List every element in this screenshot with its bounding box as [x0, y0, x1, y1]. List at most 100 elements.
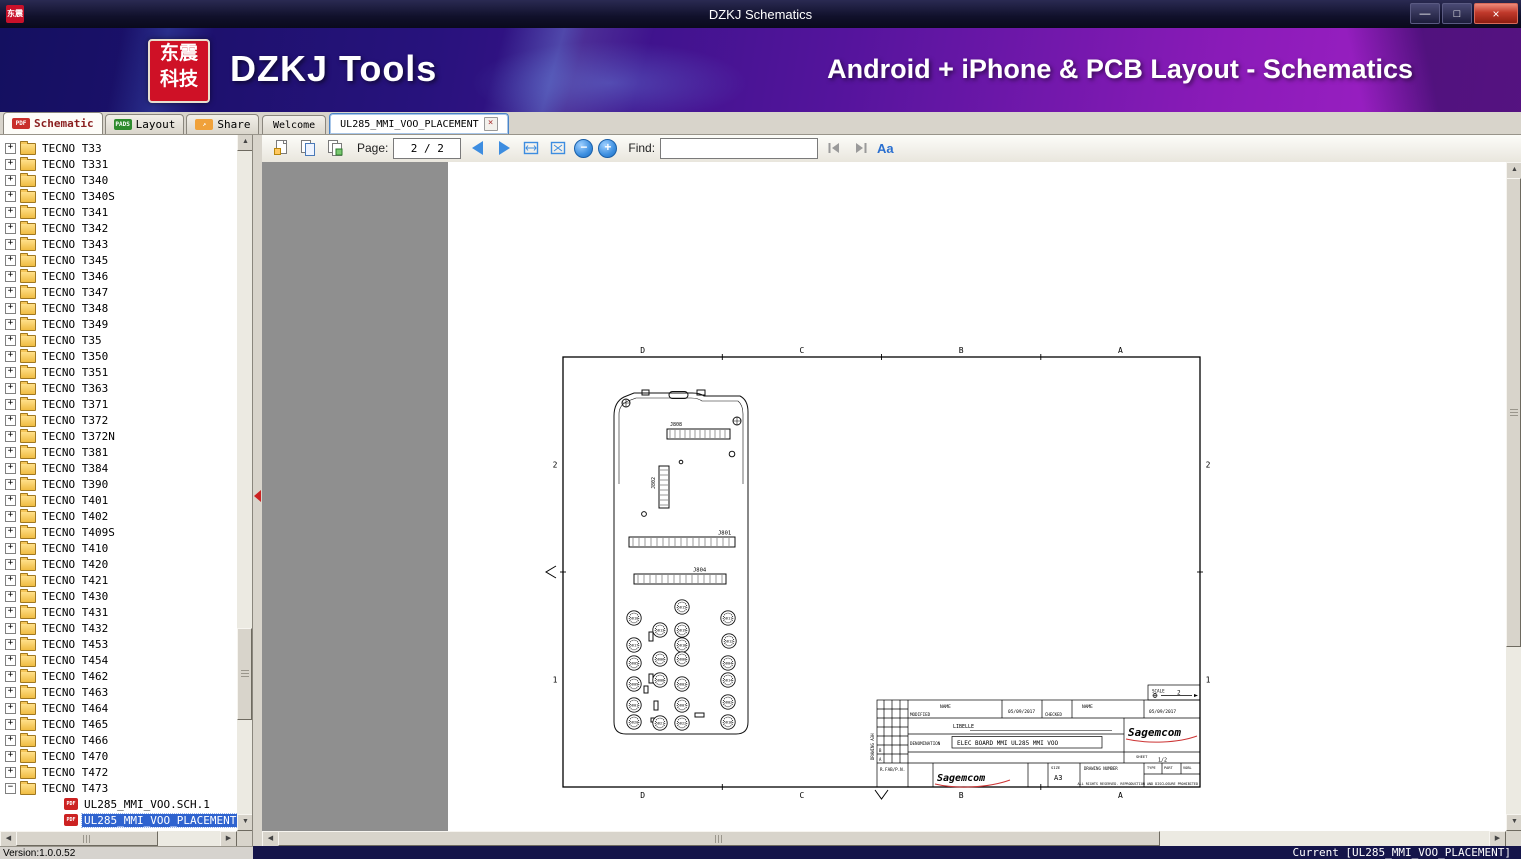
tree-folder[interactable]: + TECNO T453 [0, 636, 237, 652]
tree-folder[interactable]: + TECNO T464 [0, 700, 237, 716]
tree-folder[interactable]: + TECNO T350 [0, 348, 237, 364]
match-case-icon[interactable]: Aa [877, 141, 894, 156]
tree-folder[interactable]: + TECNO T465 [0, 716, 237, 732]
expand-icon[interactable]: + [5, 350, 16, 362]
tree-folder[interactable]: + TECNO T351 [0, 364, 237, 380]
scroll-up-icon[interactable]: ▲ [1506, 162, 1521, 179]
expand-icon[interactable]: + [5, 430, 16, 442]
fit-width-icon[interactable] [520, 137, 542, 159]
find-next-icon[interactable] [850, 137, 872, 159]
tree-folder[interactable]: + TECNO T345 [0, 252, 237, 268]
viewer-hscroll-thumb[interactable] [278, 831, 1160, 846]
tree-file[interactable]: PDF UL285_MMI_VOO.SCH.1 [0, 796, 237, 812]
expand-icon[interactable]: + [5, 414, 16, 426]
page-number-input[interactable] [393, 137, 462, 159]
find-input[interactable] [660, 137, 819, 159]
expand-icon[interactable]: + [5, 718, 16, 730]
tree-horizontal-scrollbar[interactable]: ◀ ▶ [0, 831, 237, 846]
expand-icon[interactable]: + [5, 222, 16, 234]
tree-folder[interactable]: + TECNO T340 [0, 172, 237, 188]
fit-page-icon[interactable] [547, 137, 569, 159]
tree-folder[interactable]: + TECNO T372N [0, 428, 237, 444]
page-view-icon-1[interactable] [270, 137, 292, 159]
expand-icon[interactable]: + [5, 766, 16, 778]
scroll-left-icon[interactable]: ◀ [0, 831, 17, 846]
expand-icon[interactable]: + [5, 318, 16, 330]
tree-folder[interactable]: + TECNO T371 [0, 396, 237, 412]
scroll-down-icon[interactable]: ▼ [237, 814, 252, 831]
tree-folder[interactable]: + TECNO T346 [0, 268, 237, 284]
viewer-vertical-scrollbar[interactable]: ▲ ▼ [1506, 162, 1521, 831]
expand-icon[interactable]: + [5, 206, 16, 218]
page-view-icon-3[interactable] [324, 137, 346, 159]
tab-layout[interactable]: PADS Layout [104, 114, 185, 134]
tree-folder[interactable]: + TECNO T342 [0, 220, 237, 236]
expand-icon[interactable]: + [5, 302, 16, 314]
expand-icon[interactable]: + [5, 462, 16, 474]
tree-folder[interactable]: + TECNO T410 [0, 540, 237, 556]
expand-icon[interactable]: + [5, 270, 16, 282]
next-page-icon[interactable] [493, 137, 515, 159]
tree-folder[interactable]: + TECNO T33 [0, 140, 237, 156]
tree-folder[interactable]: + TECNO T343 [0, 236, 237, 252]
tree-folder[interactable]: + TECNO T348 [0, 300, 237, 316]
page-view-icon-2[interactable] [297, 137, 319, 159]
tree-folder[interactable]: + TECNO T463 [0, 684, 237, 700]
expand-icon[interactable]: + [5, 606, 16, 618]
tree-folder[interactable]: + TECNO T402 [0, 508, 237, 524]
scroll-up-icon[interactable]: ▲ [237, 134, 252, 151]
expand-icon[interactable]: + [5, 478, 16, 490]
tree-folder[interactable]: + TECNO T372 [0, 412, 237, 428]
expand-icon[interactable]: + [5, 334, 16, 346]
tree-hscroll-thumb[interactable] [16, 831, 158, 846]
scroll-right-icon[interactable]: ▶ [220, 831, 237, 846]
tree-folder[interactable]: + TECNO T390 [0, 476, 237, 492]
close-button[interactable]: × [1474, 3, 1518, 24]
tree-folder[interactable]: + TECNO T431 [0, 604, 237, 620]
expand-icon[interactable]: + [5, 526, 16, 538]
maximize-button[interactable]: □ [1442, 3, 1472, 24]
tree-folder[interactable]: − TECNO T473 [0, 780, 237, 796]
tree-folder[interactable]: + TECNO T470 [0, 748, 237, 764]
expand-icon[interactable]: + [5, 590, 16, 602]
tree-folder[interactable]: + TECNO T349 [0, 316, 237, 332]
expand-icon[interactable]: + [5, 670, 16, 682]
expand-icon[interactable]: + [5, 686, 16, 698]
tree-folder[interactable]: + TECNO T340S [0, 188, 237, 204]
expand-icon[interactable]: + [5, 750, 16, 762]
tree-vertical-scrollbar[interactable]: ▲ ▼ [237, 134, 252, 831]
collapse-icon[interactable]: − [5, 782, 16, 794]
expand-icon[interactable]: + [5, 254, 16, 266]
expand-icon[interactable]: + [5, 510, 16, 522]
expand-icon[interactable]: + [5, 238, 16, 250]
tree-folder[interactable]: + TECNO T401 [0, 492, 237, 508]
tree-folder[interactable]: + TECNO T331 [0, 156, 237, 172]
expand-icon[interactable]: + [5, 494, 16, 506]
tree-folder[interactable]: + TECNO T35 [0, 332, 237, 348]
scroll-down-icon[interactable]: ▼ [1506, 814, 1521, 831]
tree-folder[interactable]: + TECNO T462 [0, 668, 237, 684]
expand-icon[interactable]: + [5, 558, 16, 570]
expand-icon[interactable]: + [5, 190, 16, 202]
expand-icon[interactable]: + [5, 286, 16, 298]
expand-icon[interactable]: + [5, 174, 16, 186]
tree-folder[interactable]: + TECNO T381 [0, 444, 237, 460]
tree-folder[interactable]: + TECNO T363 [0, 380, 237, 396]
tree-file[interactable]: PDF UL285_MMI_VOO_PLACEMENT [0, 812, 237, 828]
viewer-scroll-thumb[interactable] [1506, 178, 1521, 647]
tree-folder[interactable]: + TECNO T420 [0, 556, 237, 572]
minimize-button[interactable]: — [1410, 3, 1440, 24]
tree-folder[interactable]: + TECNO T466 [0, 732, 237, 748]
doc-tab[interactable]: UL285_MMI_VOO_PLACEMENT × [329, 113, 509, 134]
tree-folder[interactable]: + TECNO T384 [0, 460, 237, 476]
tree-folder[interactable]: + TECNO T454 [0, 652, 237, 668]
tab-schematic[interactable]: PDF Schematic [3, 112, 103, 134]
tree-folder[interactable]: + TECNO T472 [0, 764, 237, 780]
close-tab-icon[interactable]: × [483, 117, 498, 131]
expand-icon[interactable]: + [5, 382, 16, 394]
expand-icon[interactable]: + [5, 638, 16, 650]
tree-folder[interactable]: + TECNO T341 [0, 204, 237, 220]
expand-icon[interactable]: + [5, 158, 16, 170]
zoom-out-icon[interactable]: − [574, 138, 594, 158]
expand-icon[interactable]: + [5, 366, 16, 378]
